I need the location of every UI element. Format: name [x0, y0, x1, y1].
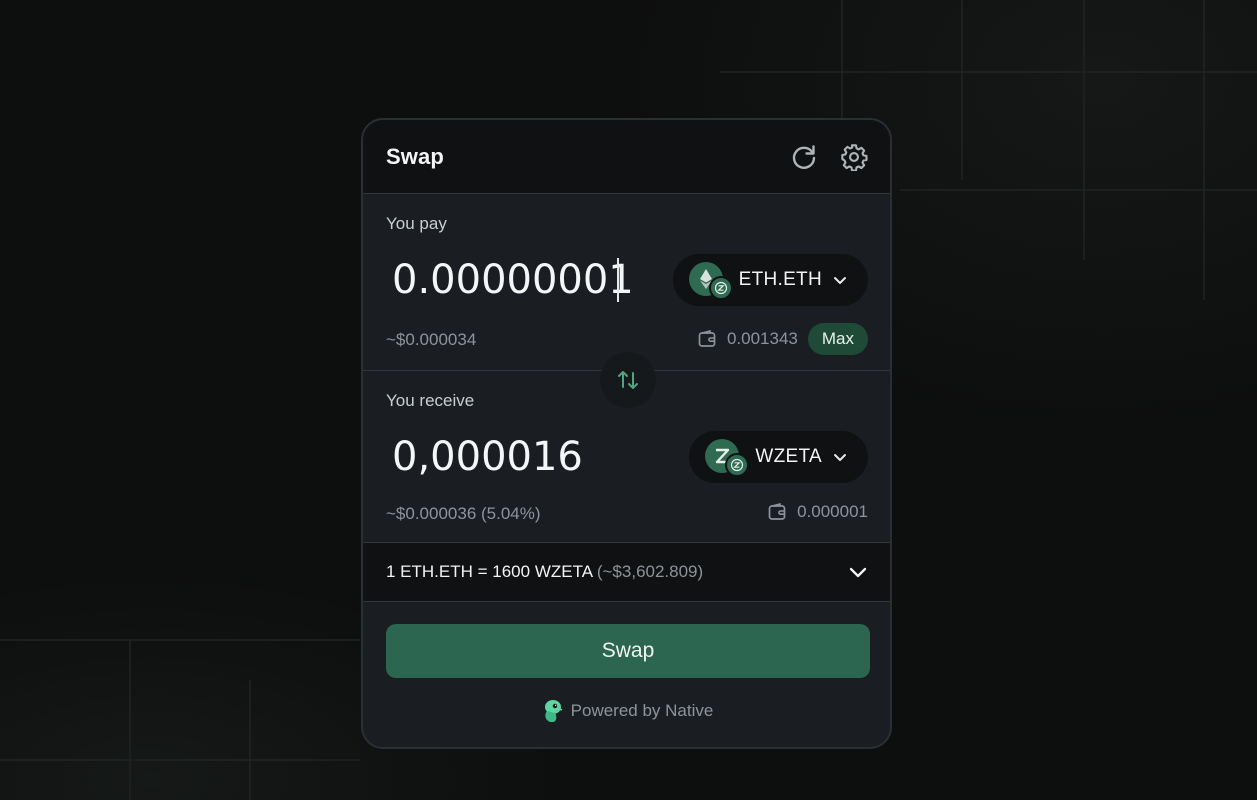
gear-icon — [841, 143, 868, 171]
swap-widget: Swap You pay 0.00000001 ETH.ETH ~$0.0000… — [361, 118, 892, 749]
chevron-down-icon — [834, 454, 846, 461]
text-caret — [617, 258, 619, 302]
wallet-icon — [768, 503, 786, 520]
settings-button[interactable] — [840, 143, 868, 171]
receive-amount-input[interactable] — [388, 429, 662, 485]
header-actions — [790, 143, 868, 171]
swap-header: Swap — [363, 120, 890, 194]
powered-by-text: Powered by Native — [570, 701, 714, 720]
native-logo-icon — [544, 700, 562, 722]
pay-balance-row: 0.001343 Max — [697, 323, 868, 355]
rate-details-toggle[interactable]: 1 ETH.ETH = 1600 WZETA (~$3,602.809) — [363, 542, 890, 602]
wallet-icon — [698, 330, 716, 347]
arrows-swap-icon — [618, 371, 638, 389]
powered-by: Powered by Native — [386, 698, 868, 724]
chevron-down-icon — [849, 567, 867, 578]
swap-button[interactable]: Swap — [386, 624, 870, 678]
receive-balance-row: 0.000001 — [767, 502, 868, 522]
wzeta-token-icon — [705, 439, 750, 477]
receive-label: You receive — [386, 391, 475, 410]
chevron-down-icon — [834, 277, 846, 284]
pay-balance: 0.001343 — [726, 329, 798, 348]
pay-token-symbol: ETH.ETH — [738, 269, 822, 290]
swap-title: Swap — [386, 143, 444, 169]
switch-tokens-button[interactable] — [600, 352, 656, 408]
rate-usd: (~$3,602.809) — [596, 562, 704, 581]
receive-token-symbol: WZETA — [755, 446, 822, 467]
refresh-button[interactable] — [790, 143, 818, 171]
exchange-rate: 1 ETH.ETH = 1600 WZETA (~$3,602.809) — [386, 562, 703, 582]
pay-section: You pay ETH.ETH ~$0.000034 0.001343 Max — [363, 194, 890, 371]
rate-text: 1 ETH.ETH = 1600 WZETA — [386, 562, 593, 581]
pay-amount-input[interactable] — [388, 252, 662, 308]
swap-footer: Swap Powered by Native — [363, 602, 890, 724]
refresh-icon — [792, 144, 816, 169]
eth-token-icon — [688, 262, 733, 300]
pay-token-selector[interactable]: ETH.ETH — [672, 254, 868, 306]
receive-usd-value: ~$0.000036 (5.04%) — [386, 504, 541, 523]
receive-balance: 0.000001 — [797, 502, 868, 521]
pay-label: You pay — [386, 214, 447, 233]
max-button[interactable]: Max — [807, 323, 868, 355]
pay-usd-value: ~$0.000034 — [386, 330, 477, 349]
receive-token-selector[interactable]: WZETA — [689, 431, 868, 483]
